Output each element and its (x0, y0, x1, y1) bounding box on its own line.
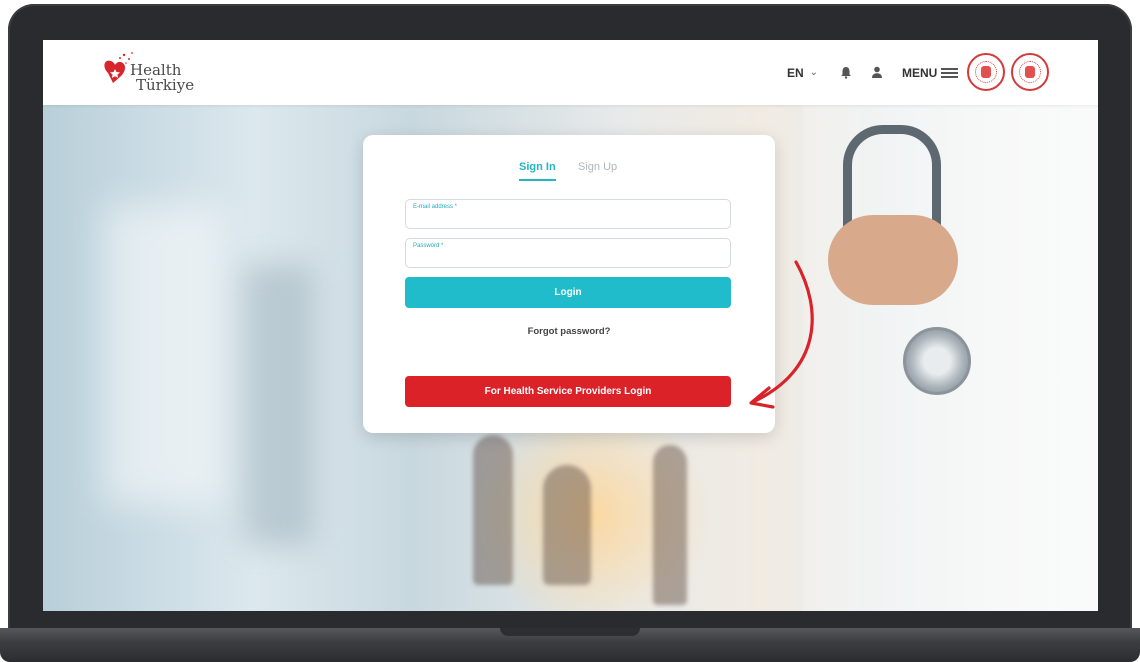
login-card: Sign In Sign Up E-mail address * Passwor… (363, 135, 775, 433)
forgot-password-link[interactable]: Forgot password? (363, 326, 775, 337)
account-button[interactable] (871, 40, 883, 105)
ministry-seal-icon[interactable] (967, 53, 1005, 91)
menu-label: MENU (902, 65, 938, 80)
user-icon (872, 66, 882, 78)
tab-sign-in[interactable]: Sign In (519, 161, 556, 181)
chevron-down-icon: ⌄ (809, 67, 819, 78)
bg-figure-blur (243, 265, 313, 545)
bg-person-silhouette (473, 435, 513, 585)
password-input[interactable] (412, 251, 726, 263)
laptop-notch (500, 628, 640, 636)
tab-sign-up[interactable]: Sign Up (578, 161, 617, 179)
email-input[interactable] (412, 212, 726, 224)
annotation-arrow-icon (749, 260, 814, 409)
logo-text-turkiye: Türkiye (136, 76, 195, 94)
bg-person-silhouette (543, 465, 591, 585)
password-label: Password * (413, 243, 444, 249)
site-header: Health Türkiye EN ⌄ MENU (43, 40, 1098, 105)
hamburger-icon (941, 67, 959, 78)
language-label: EN (787, 65, 804, 80)
bg-doctor-hand (828, 215, 958, 305)
login-button[interactable]: Login (405, 277, 731, 308)
email-label: E-mail address * (413, 204, 458, 210)
auth-tabs: Sign In Sign Up (363, 161, 775, 181)
bg-person-silhouette (653, 445, 687, 605)
browser-screen: Health Türkiye EN ⌄ MENU Sign In Sign Up… (43, 40, 1098, 611)
email-field[interactable]: E-mail address * (405, 199, 731, 229)
notifications-button[interactable] (840, 40, 852, 105)
bg-light-patch (103, 205, 223, 505)
provider-login-button[interactable]: For Health Service Providers Login (405, 376, 731, 407)
bell-icon (841, 67, 851, 79)
password-field[interactable]: Password * (405, 238, 731, 268)
menu-button[interactable]: MENU (902, 40, 959, 105)
language-selector[interactable]: EN ⌄ (787, 40, 818, 105)
ministry-seal-icon[interactable] (1011, 53, 1049, 91)
health-turkiye-logo[interactable]: Health Türkiye (98, 49, 208, 97)
stethoscope-chestpiece (903, 327, 971, 395)
